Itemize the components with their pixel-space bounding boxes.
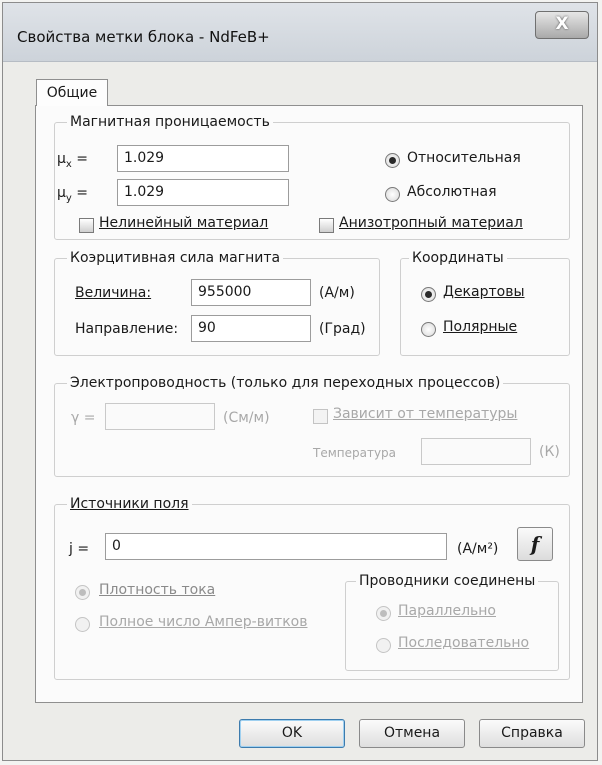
current-density-radio[interactable]: [75, 585, 90, 600]
temperature-label: Температура: [313, 446, 397, 460]
dialog-window: Свойства метки блока - NdFeB+ X Общие Ма…: [2, 2, 598, 761]
j-label: j =: [69, 541, 90, 557]
relative-label[interactable]: Относительная: [407, 150, 521, 166]
permeability-legend: Магнитная проницаемость: [67, 113, 273, 131]
cartesian-radio[interactable]: [421, 287, 436, 302]
cancel-button[interactable]: Отмена: [359, 719, 465, 748]
magnitude-unit: (А/м): [319, 285, 355, 301]
ok-button[interactable]: OK: [239, 719, 345, 748]
ampere-turns-radio[interactable]: [75, 617, 90, 632]
mu-y-input[interactable]: 1.029: [117, 179, 289, 206]
coordinates-group: Координаты Декартовы Полярные: [400, 249, 570, 356]
polar-label[interactable]: Полярные: [443, 319, 517, 335]
direction-label: Направление:: [75, 321, 179, 337]
conductors-legend: Проводники соединены: [356, 572, 539, 590]
temperature-input[interactable]: [421, 438, 531, 465]
parallel-label[interactable]: Параллельно: [398, 603, 496, 619]
help-button[interactable]: Справка: [479, 719, 585, 748]
nonlinear-label[interactable]: Нелинейный материал: [99, 215, 268, 231]
j-input[interactable]: 0: [105, 533, 447, 560]
ampere-turns-label[interactable]: Полное число Ампер-витков: [99, 614, 307, 630]
title-bar: Свойства метки блока - NdFeB+ X: [3, 3, 597, 62]
conductivity-group: Электропроводность (только для переходны…: [54, 374, 570, 477]
j-unit: (А/м²): [457, 541, 499, 557]
series-label[interactable]: Последовательно: [398, 635, 529, 651]
formula-button[interactable]: f: [517, 527, 553, 561]
conductivity-legend: Электропроводность (только для переходны…: [67, 374, 504, 392]
relative-radio[interactable]: [385, 153, 400, 168]
gamma-label: γ =: [71, 410, 96, 426]
mu-x-input[interactable]: 1.029: [117, 145, 289, 172]
magnitude-label: Величина:: [75, 285, 152, 301]
sources-group: Источники поля j = 0 (А/м²) f Плотность …: [54, 495, 570, 680]
tab-panel-general: Магнитная проницаемость μx = 1.029 μy = …: [35, 105, 583, 703]
temperature-unit: (К): [539, 444, 560, 460]
nonlinear-checkbox[interactable]: [79, 218, 94, 233]
window-title: Свойства метки блока - NdFeB+: [17, 28, 270, 46]
polar-radio[interactable]: [421, 322, 436, 337]
cartesian-label[interactable]: Декартовы: [443, 284, 525, 300]
current-density-label[interactable]: Плотность тока: [99, 582, 215, 598]
coercive-group: Коэрцитивная сила магнита Величина: 9550…: [54, 249, 380, 356]
anisotropic-checkbox[interactable]: [319, 218, 334, 233]
sources-legend: Источники поля: [67, 495, 192, 513]
absolute-radio[interactable]: [385, 187, 400, 202]
gamma-input[interactable]: [105, 403, 215, 430]
coercive-legend: Коэрцитивная сила магнита: [67, 249, 284, 267]
absolute-label[interactable]: Абсолютная: [407, 184, 497, 200]
close-button[interactable]: X: [535, 11, 589, 39]
direction-unit: (Град): [319, 321, 366, 337]
function-icon: f: [530, 532, 540, 556]
parallel-radio[interactable]: [376, 606, 391, 621]
permeability-group: Магнитная проницаемость μx = 1.029 μy = …: [54, 113, 570, 240]
close-icon: X: [555, 14, 569, 34]
series-radio[interactable]: [376, 638, 391, 653]
direction-input[interactable]: 90: [191, 315, 311, 342]
temp-dependent-label[interactable]: Зависит от температуры: [333, 406, 517, 422]
tab-general[interactable]: Общие: [36, 79, 108, 106]
magnitude-input[interactable]: 955000: [191, 279, 311, 306]
anisotropic-label[interactable]: Анизотропный материал: [339, 215, 523, 231]
gamma-unit: (См/м): [223, 410, 270, 426]
coordinates-legend: Координаты: [409, 249, 507, 267]
conductors-group: Проводники соединены Параллельно Последо…: [345, 572, 559, 671]
temp-dependent-checkbox[interactable]: [313, 409, 328, 424]
mu-x-label: μx =: [57, 151, 89, 170]
mu-y-label: μy =: [57, 185, 89, 204]
